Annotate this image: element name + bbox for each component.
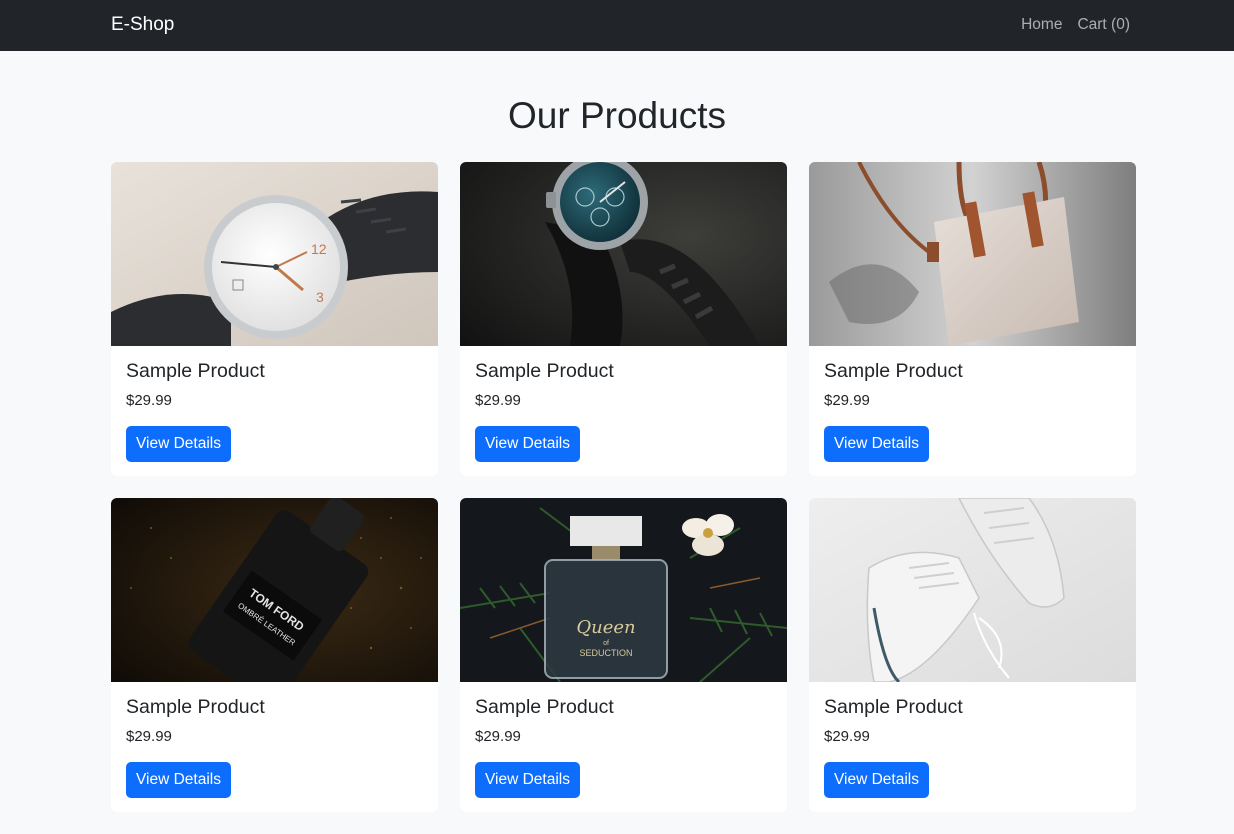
brand-link[interactable]: E-Shop (111, 14, 174, 36)
bottle-label: Queen (576, 617, 635, 638)
navbar: E-Shop Home Cart (0) (0, 0, 1234, 51)
product-card: TOM FORD OMBRÉ LEATHER Sample Product $2… (111, 498, 438, 812)
product-name: Sample Product (475, 696, 614, 718)
product-price: $29.99 (824, 392, 870, 409)
view-details-button[interactable]: View Details (126, 426, 231, 462)
product-name: Sample Product (824, 360, 963, 382)
product-image-cologne[interactable]: TOM FORD OMBRÉ LEATHER (111, 498, 438, 682)
product-name: Sample Product (824, 696, 963, 718)
product-image-tote-bag[interactable] (809, 162, 1136, 346)
product-card: Sample Product $29.99 View Details (809, 162, 1136, 476)
view-details-button[interactable]: View Details (824, 762, 929, 798)
bottle-sublabel: SEDUCTION (579, 648, 632, 658)
svg-text:12: 12 (311, 241, 327, 257)
svg-text:3: 3 (316, 289, 324, 305)
product-name: Sample Product (126, 696, 265, 718)
product-price: $29.99 (824, 728, 870, 745)
view-details-button[interactable]: View Details (475, 762, 580, 798)
nav-home-link[interactable]: Home (1021, 16, 1062, 34)
page-title: Our Products (508, 95, 726, 136)
product-image-chronograph[interactable] (460, 162, 787, 346)
view-details-button[interactable]: View Details (824, 426, 929, 462)
product-price: $29.99 (475, 728, 521, 745)
product-price: $29.99 (126, 728, 172, 745)
product-image-perfume[interactable]: Queen of SEDUCTION (460, 498, 787, 682)
product-price: $29.99 (126, 392, 172, 409)
product-name: Sample Product (126, 360, 265, 382)
bottle-sublabel-of: of (603, 640, 609, 647)
product-card: 12 3 Sample Product $29.99 View Details (111, 162, 438, 476)
view-details-button[interactable]: View Details (126, 762, 231, 798)
product-price: $29.99 (475, 392, 521, 409)
nav-links: Home Cart (0) (1021, 16, 1130, 34)
view-details-button[interactable]: View Details (475, 426, 580, 462)
product-card: Sample Product $29.99 View Details (460, 162, 787, 476)
product-name: Sample Product (475, 360, 614, 382)
product-card: Queen of SEDUCTION Sample Product $29.99… (460, 498, 787, 812)
nav-cart-link[interactable]: Cart (0) (1077, 16, 1130, 34)
product-card: Sample Product $29.99 View Details (809, 498, 1136, 812)
product-image-sneakers[interactable] (809, 498, 1136, 682)
product-image-wristwatch[interactable]: 12 3 (111, 162, 438, 346)
